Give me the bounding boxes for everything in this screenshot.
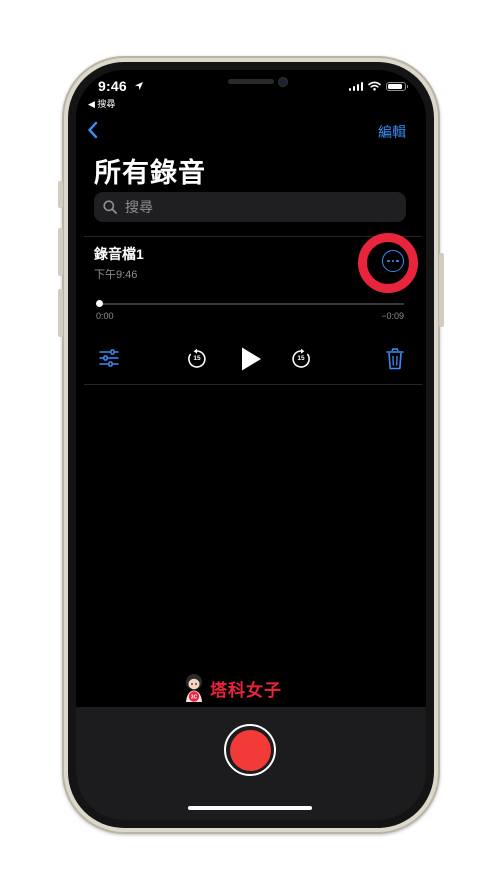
status-icons (348, 81, 408, 91)
elapsed-time: 0:00 (96, 311, 114, 321)
wifi-icon (368, 81, 381, 91)
recording-name: 錄音檔1 (94, 246, 144, 262)
search-input[interactable] (123, 198, 387, 216)
mascot-logo-icon: 3C (186, 674, 202, 702)
list-divider-bottom (84, 384, 422, 385)
home-indicator[interactable] (188, 806, 312, 810)
chevron-left-icon[interactable] (86, 120, 100, 140)
skip-back-button[interactable]: 15 (186, 348, 208, 370)
skip-forward-button[interactable]: 15 (290, 348, 312, 370)
edit-button[interactable]: 編輯 (378, 122, 406, 142)
skip-back-seconds: 15 (193, 355, 201, 362)
edit-options-button[interactable] (98, 347, 120, 369)
back-to-app-link[interactable]: ◀ 搜尋 (88, 97, 115, 110)
watermark: 3C 塔科女子 (182, 673, 282, 703)
battery-level (388, 83, 402, 89)
trash-icon (386, 348, 404, 370)
page-title: 所有錄音 (94, 158, 206, 188)
sliders-icon (99, 349, 119, 367)
earpiece-speaker (228, 79, 274, 84)
record-icon (229, 729, 271, 771)
play-button[interactable] (238, 346, 264, 372)
front-camera (279, 78, 287, 86)
delete-button[interactable] (384, 347, 406, 371)
cellular-signal-icon (348, 81, 363, 91)
record-button[interactable] (224, 724, 276, 776)
volume-up-button (58, 228, 63, 276)
search-icon (103, 200, 117, 214)
mascot-badge-text: 3C (191, 695, 198, 701)
recording-time: 下午9:46 (94, 269, 138, 281)
power-button (439, 253, 444, 327)
playback-scrubber[interactable] (98, 303, 404, 305)
play-icon (242, 347, 261, 371)
status-time: 9:46 (98, 78, 127, 94)
phone-screen: 9:46 ◀ 搜尋 編輯 所有錄音 錄音檔1 下午9:46 (76, 70, 426, 820)
battery-icon (386, 81, 408, 91)
remaining-time: −0:09 (381, 311, 404, 321)
volume-down-button (58, 289, 63, 337)
location-arrow-icon (135, 82, 143, 90)
search-bar[interactable] (94, 192, 406, 222)
skip-forward-seconds: 15 (297, 355, 305, 362)
watermark-text: 塔科女子 (210, 680, 282, 700)
scrubber-knob[interactable] (96, 300, 103, 307)
action-button (58, 181, 63, 208)
ellipsis-circle-icon[interactable] (382, 250, 404, 272)
